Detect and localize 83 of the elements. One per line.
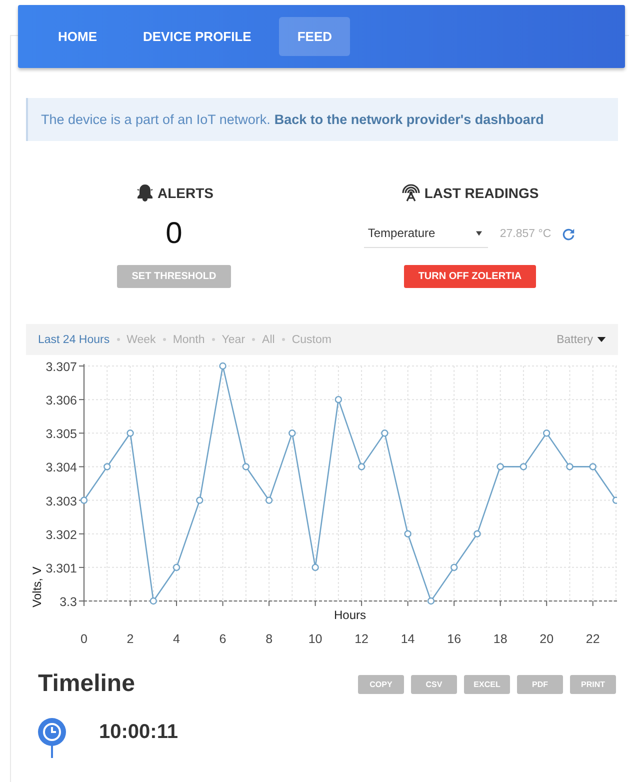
data-point (172, 564, 180, 572)
metric-dropdown[interactable]: Battery (556, 334, 606, 346)
x-tick-label: 0 (80, 632, 88, 646)
x-tick-label: 20 (540, 632, 554, 646)
nav-tab[interactable]: HOME (40, 17, 115, 56)
x-tick-label: 12 (354, 632, 369, 646)
separator-dot (212, 338, 215, 341)
data-point (404, 530, 412, 538)
data-point (80, 496, 88, 504)
range-link[interactable]: Custom (292, 334, 332, 346)
data-point (288, 430, 296, 437)
antenna-icon (401, 183, 422, 203)
dashboard-link[interactable]: Back to the network provider's dashboard (274, 112, 544, 127)
export-button[interactable]: COPY (358, 674, 404, 694)
range-link[interactable]: Week (126, 334, 156, 346)
x-tick-label: 14 (400, 632, 415, 646)
range-link[interactable]: Month (172, 334, 205, 346)
export-button[interactable]: PRINT (570, 674, 616, 694)
bell-icon (134, 183, 154, 203)
nav-tab[interactable]: FEED (279, 17, 350, 56)
data-point (566, 463, 574, 470)
data-point (381, 430, 388, 437)
y-tick-label: 3.3 (60, 595, 77, 609)
x-tick-label: 2 (126, 632, 134, 646)
y-tick-label: 3.303 (46, 494, 77, 508)
data-point (150, 597, 157, 605)
data-point (196, 496, 204, 504)
x-tick-label: 16 (447, 632, 462, 646)
data-point (450, 564, 458, 572)
export-button[interactable]: CSV (411, 674, 457, 694)
data-point (520, 463, 528, 470)
refresh-icon[interactable] (561, 226, 576, 242)
clock-icon (38, 718, 66, 758)
range-link[interactable]: Year (222, 334, 246, 346)
y-tick-label: 3.305 (46, 427, 77, 442)
turn-off-button[interactable]: TURN OFF ZOLERTIA (404, 265, 536, 288)
y-tick-label: 3.307 (46, 360, 77, 374)
reading-value: 27.857 °C (500, 228, 552, 240)
range-link[interactable]: Last 24 Hours (38, 334, 110, 346)
data-point (474, 530, 481, 538)
data-point (543, 430, 550, 437)
separator-dot (116, 338, 120, 341)
separator-dot (252, 338, 256, 341)
data-point (589, 463, 596, 470)
sensor-select[interactable]: Temperature (364, 220, 488, 248)
nav-tab[interactable]: DEVICE PROFILE (125, 17, 270, 56)
data-point (427, 597, 435, 605)
x-tick-label: 8 (266, 632, 273, 646)
caret-icon (597, 337, 606, 342)
data-point (312, 564, 319, 572)
event-time: 10:00:11 (99, 721, 178, 744)
range-link[interactable]: All (262, 334, 275, 346)
x-tick-label: 10 (308, 632, 322, 646)
alerts-count: 0 (166, 217, 182, 252)
set-threshold-button[interactable]: SET THRESHOLD (116, 265, 232, 288)
timeline-title: Timeline (38, 670, 135, 698)
export-button[interactable]: EXCEL (464, 674, 510, 694)
x-tick-label: 4 (173, 632, 180, 646)
caret-icon (476, 230, 482, 236)
separator-dot (162, 338, 166, 341)
x-axis-title: Hours (334, 608, 366, 622)
data-point (219, 362, 226, 370)
export-button[interactable]: PDF (517, 674, 563, 694)
last-readings-title: LAST READINGS (424, 185, 539, 201)
data-point (334, 396, 342, 404)
x-tick-label: 18 (493, 632, 508, 646)
data-point (612, 496, 617, 504)
y-tick-label: 3.301 (46, 561, 77, 576)
y-tick-label: 3.302 (46, 528, 77, 542)
y-tick-label: 3.304 (46, 460, 77, 475)
data-point (358, 463, 366, 470)
data-point (242, 463, 250, 470)
info-text: The device is a part of an IoT network. (41, 112, 270, 127)
y-axis-title: Volts, V (30, 566, 44, 608)
x-tick-label: 6 (219, 632, 226, 646)
data-point (104, 463, 111, 470)
data-point (496, 463, 504, 470)
x-tick-label: 22 (586, 632, 600, 646)
y-tick-label: 3.306 (46, 394, 77, 408)
data-point (265, 496, 273, 504)
alerts-title: ALERTS (158, 185, 214, 201)
separator-dot (282, 338, 285, 341)
data-point (126, 430, 134, 437)
